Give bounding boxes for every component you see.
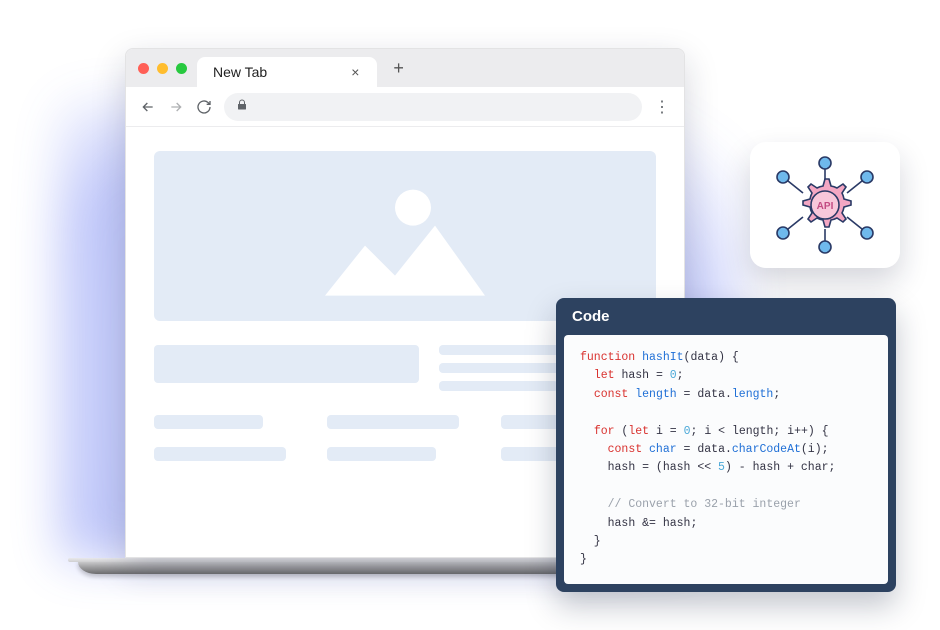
placeholder-block [154, 345, 419, 383]
code-token: hash [663, 517, 691, 530]
code-token: function [580, 351, 635, 364]
lock-icon [236, 98, 248, 116]
minimize-window-icon[interactable] [157, 63, 168, 74]
code-token: length [635, 388, 676, 401]
code-token: char [801, 461, 829, 474]
code-token: length [732, 425, 773, 438]
code-token: i [787, 425, 794, 438]
code-token: i [808, 443, 815, 456]
code-token: hash [608, 517, 636, 530]
tab-bar: New Tab × + [126, 49, 684, 87]
code-token: 0 [670, 369, 677, 382]
code-token: let [628, 425, 649, 438]
code-token: data [697, 388, 725, 401]
code-token: 5 [718, 461, 725, 474]
menu-icon[interactable]: ⋮ [654, 97, 670, 117]
api-gear-icon: API [770, 155, 880, 255]
close-window-icon[interactable] [138, 63, 149, 74]
code-panel: Code function hashIt(data) { let hash = … [556, 298, 896, 592]
placeholder-line [439, 381, 558, 391]
code-token: for [594, 425, 615, 438]
placeholder-line [154, 415, 263, 429]
placeholder-line [327, 415, 459, 429]
code-token: hash [608, 461, 636, 474]
new-tab-icon[interactable]: + [387, 58, 410, 79]
code-editor[interactable]: function hashIt(data) { let hash = 0; co… [564, 335, 888, 584]
placeholder-line [327, 447, 436, 461]
close-tab-icon[interactable]: × [347, 64, 363, 80]
code-token: const [608, 443, 643, 456]
code-token: length [732, 388, 773, 401]
code-token: hashIt [642, 351, 683, 364]
api-badge: API [750, 142, 900, 268]
code-token: // Convert to 32-bit integer [608, 498, 801, 511]
code-token: char [649, 443, 677, 456]
code-token: charCodeAt [732, 443, 801, 456]
forward-icon[interactable] [168, 99, 184, 115]
code-token: data [690, 351, 718, 364]
placeholder-line [154, 447, 286, 461]
code-panel-title: Code [556, 298, 896, 335]
code-token: hash [621, 369, 649, 382]
hero-image-placeholder [154, 151, 656, 321]
browser-toolbar: ⋮ [126, 87, 684, 127]
code-token: const [594, 388, 629, 401]
back-icon[interactable] [140, 99, 156, 115]
code-token: let [594, 369, 615, 382]
code-token: data [697, 443, 725, 456]
browser-tab[interactable]: New Tab × [197, 57, 377, 87]
maximize-window-icon[interactable] [176, 63, 187, 74]
code-token: 0 [684, 425, 691, 438]
reload-icon[interactable] [196, 99, 212, 115]
code-token: hash [753, 461, 781, 474]
address-bar[interactable] [224, 93, 642, 121]
tab-title: New Tab [213, 64, 267, 80]
code-token: hash [663, 461, 691, 474]
api-label: API [817, 201, 834, 212]
code-token: i [704, 425, 711, 438]
code-token: i [656, 425, 663, 438]
window-controls [138, 63, 187, 74]
image-placeholder-icon [315, 186, 495, 306]
